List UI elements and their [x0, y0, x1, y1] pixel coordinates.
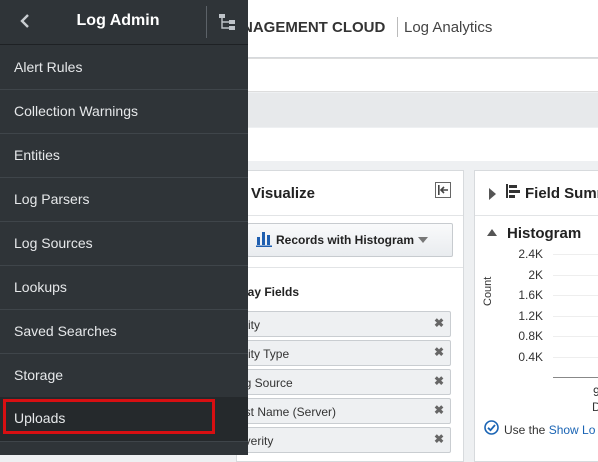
field-summary-header: Field Summ [475, 171, 598, 216]
y-tick: 1.2K [518, 309, 543, 323]
chevron-down-icon [418, 237, 428, 243]
remove-icon[interactable]: ✖ [434, 316, 444, 330]
x-tick: D [592, 400, 598, 414]
show-log-link[interactable]: Show Lo [549, 423, 596, 437]
sidebar-item-label: Log Sources [14, 235, 93, 251]
sidebar-item-saved-searches[interactable]: Saved Searches [0, 309, 248, 354]
expand-icon[interactable] [489, 188, 496, 200]
field-label: ost Name (Server) [238, 405, 337, 419]
sidebar-item-label: Entities [14, 147, 60, 163]
sidebar-item-log-sources[interactable]: Log Sources [0, 221, 248, 266]
y-tick: 2.4K [518, 247, 543, 261]
visualize-panel: Visualize Records with Histogram play Fi… [236, 170, 464, 462]
sidebar-title: Log Admin [76, 12, 160, 29]
remove-icon[interactable]: ✖ [434, 345, 444, 359]
sidebar-item-storage[interactable]: Storage [0, 353, 248, 398]
sidebar-item-label: Saved Searches [14, 323, 117, 339]
remove-icon[interactable]: ✖ [434, 432, 444, 446]
visualize-header: Visualize [237, 171, 463, 216]
remove-icon[interactable]: ✖ [434, 403, 444, 417]
x-tick: 9 [593, 385, 598, 399]
divider [237, 267, 463, 268]
visualization-select[interactable]: Records with Histogram [247, 223, 453, 257]
sidebar-item-lookups[interactable]: Lookups [0, 265, 248, 310]
sidebar-item-label: Collection Warnings [14, 103, 138, 119]
sidebar-item-label: Log Parsers [14, 191, 90, 207]
brand-separator [397, 17, 398, 37]
log-admin-sidebar: Log Admin Alert Rules Collection Warning… [0, 0, 248, 455]
x-axis [553, 377, 598, 378]
gridline [553, 357, 598, 358]
collapse-histogram-icon[interactable] [487, 229, 497, 236]
hierarchy-icon[interactable] [218, 13, 236, 31]
header-separator [206, 6, 207, 38]
hint-prefix: Use the [504, 423, 549, 437]
field-summary-title: Field Summ [525, 185, 598, 202]
brand-subtitle: Log Analytics [404, 19, 493, 36]
visualize-title: Visualize [251, 185, 315, 202]
field-pill[interactable]: ntity ✖ [237, 311, 451, 337]
y-axis-label: Count [482, 276, 494, 306]
field-pill[interactable]: ntity Type ✖ [237, 340, 451, 366]
collapse-panel-icon[interactable] [435, 182, 451, 198]
summary-icon [506, 184, 520, 198]
histogram-title: Histogram [507, 225, 582, 242]
gridline [553, 295, 598, 296]
sidebar-item-collection-warnings[interactable]: Collection Warnings [0, 89, 248, 134]
hint-text: Use the Show Lo [504, 423, 595, 437]
sidebar-item-uploads[interactable]: Uploads [0, 397, 248, 442]
sidebar-item-label: Uploads [14, 410, 66, 426]
field-pill[interactable]: everity ✖ [237, 427, 451, 453]
sidebar-item-entities[interactable]: Entities [0, 133, 248, 178]
sidebar-item-label: Storage [14, 367, 64, 383]
sidebar-header: Log Admin [0, 0, 248, 45]
y-tick: 0.4K [518, 350, 543, 364]
field-pill[interactable]: ost Name (Server) ✖ [237, 398, 451, 424]
sidebar-item-log-parsers[interactable]: Log Parsers [0, 177, 248, 222]
gridline [553, 254, 598, 255]
sidebar-item-label: Alert Rules [14, 59, 83, 75]
sidebar-item-alert-rules[interactable]: Alert Rules [0, 45, 248, 90]
gridline [553, 336, 598, 337]
remove-icon[interactable]: ✖ [434, 374, 444, 388]
field-summary-panel: Field Summ Histogram 2.4K 2K 1.6K 1.2K 0… [474, 170, 598, 462]
field-pill[interactable]: og Source ✖ [237, 369, 451, 395]
visualization-select-label: Records with Histogram [276, 233, 415, 247]
sidebar-item-label: Lookups [14, 279, 67, 295]
y-tick: 0.8K [518, 329, 543, 343]
brand-title: NAGEMENT CLOUD [242, 19, 386, 36]
y-tick: 2K [528, 268, 543, 282]
gridline [553, 316, 598, 317]
info-check-icon [484, 420, 499, 435]
y-tick: 1.6K [518, 288, 543, 302]
bar-chart-icon [256, 232, 272, 247]
chevron-left-icon[interactable] [16, 12, 34, 30]
gridline [553, 275, 598, 276]
